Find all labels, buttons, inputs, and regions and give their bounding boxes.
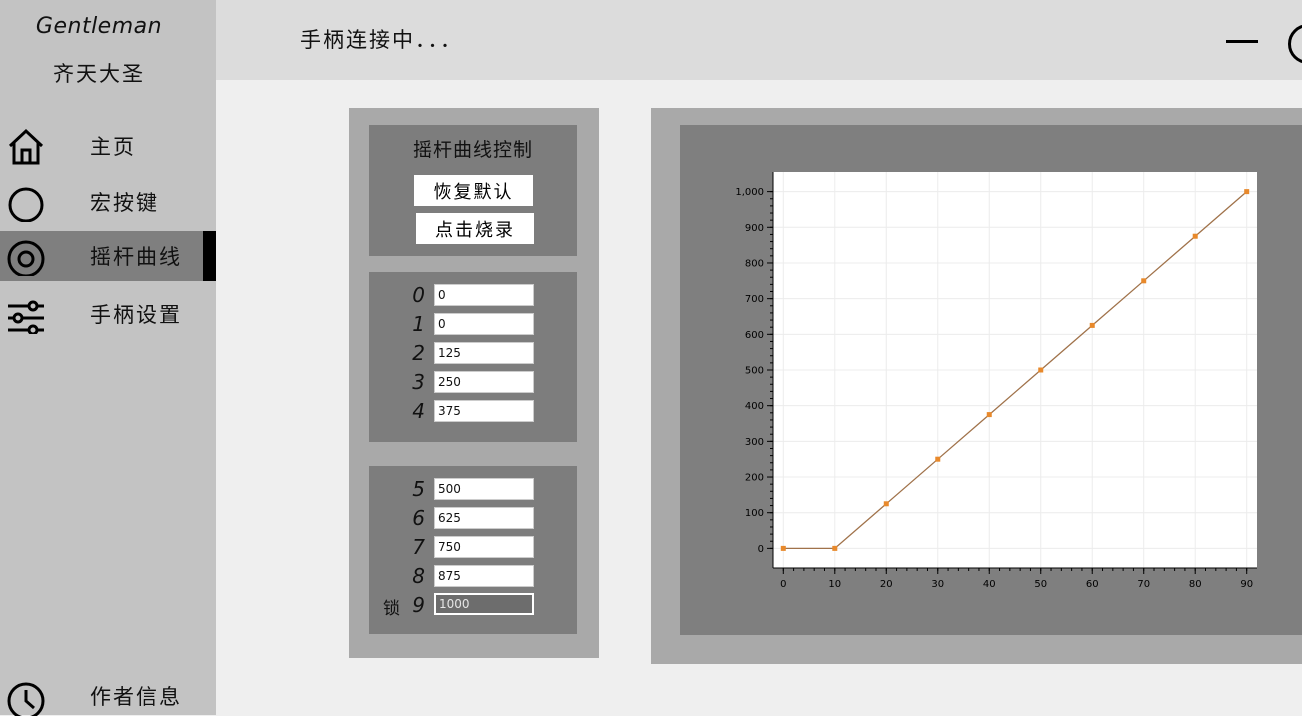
nav-label-settings: 手柄设置 [90, 303, 182, 327]
power-button[interactable] [1288, 24, 1302, 64]
chart-container: 0 100 200 300 400 500 600 700 800 900 1,000 0 10 20 30… [680, 125, 1302, 635]
clock-icon [7, 682, 45, 716]
nav-item-home[interactable]: 主页 [0, 121, 216, 171]
data-point [1038, 367, 1044, 373]
point-0-input[interactable] [434, 284, 534, 306]
point-4-input[interactable] [434, 400, 534, 422]
x-tick-label: 0 [780, 579, 786, 590]
data-point [1192, 233, 1198, 239]
y-tick-label: 0 [758, 544, 764, 555]
data-point [1141, 278, 1147, 284]
connection-status: 手柄连接中．．． [300, 28, 463, 52]
point-7-input[interactable] [434, 536, 534, 558]
y-tick-label: 400 [745, 401, 764, 412]
target-icon [7, 240, 45, 276]
point-label: 6 [412, 506, 425, 530]
data-point [1244, 189, 1250, 195]
y-tick-label: 200 [745, 473, 764, 484]
point-label: 5 [412, 477, 425, 501]
brand-subtitle: 齐天大圣 [53, 62, 145, 86]
data-point [832, 545, 838, 551]
data-point [780, 545, 786, 551]
curve-chart: 0 100 200 300 400 500 600 700 800 900 1,000 0 10 20 30… [735, 172, 1257, 590]
home-icon [8, 128, 44, 165]
point-label: 3 [412, 370, 425, 394]
sidebar: Gentleman 齐天大圣 主页 宏按键 摇杆曲线 手柄设置 作者信息 [0, 0, 216, 716]
y-tick-label: 1,000 [735, 187, 764, 198]
x-tick-label: 50 [1034, 579, 1047, 590]
y-tick-label: 600 [745, 330, 764, 341]
point-6-input[interactable] [434, 507, 534, 529]
nav-item-settings[interactable]: 手柄设置 [0, 289, 216, 339]
point-label: 2 [412, 341, 425, 365]
header: 手柄连接中．．． [216, 0, 1302, 80]
minimize-button[interactable] [1226, 40, 1258, 43]
x-tick-label: 60 [1086, 579, 1099, 590]
point-label: 0 [412, 283, 425, 307]
circle-icon [8, 187, 44, 222]
y-tick-label: 700 [745, 294, 764, 305]
chart-panel: 0 100 200 300 400 500 600 700 800 900 1,000 0 10 20 30… [651, 108, 1302, 664]
nav-label-curve: 摇杆曲线 [90, 245, 182, 269]
y-tick-label: 300 [745, 437, 764, 448]
nav-item-author[interactable]: 作者信息 [0, 671, 216, 716]
brand-title: Gentleman [35, 14, 163, 39]
point-label: 4 [412, 399, 425, 423]
point-label: 7 [412, 535, 425, 559]
nav-item-macro[interactable]: 宏按键 [0, 177, 216, 227]
data-point [986, 412, 992, 418]
point-3-input[interactable] [434, 371, 534, 393]
point-5-input[interactable] [434, 478, 534, 500]
x-tick-label: 20 [880, 579, 893, 590]
x-tick-label: 90 [1240, 579, 1253, 590]
point-label: 9 [412, 593, 425, 617]
curve-points-box-1: 0 1 2 3 4 [369, 272, 577, 442]
point-label: 8 [412, 564, 425, 588]
curve-actions-box: 摇杆曲线控制 恢复默认 点击烧录 [369, 125, 577, 256]
data-point [1089, 322, 1095, 328]
data-point [935, 456, 941, 462]
curve-points-box-2: 5 6 7 8 锁 9 [369, 466, 577, 634]
point-label: 1 [412, 312, 425, 336]
point-9-input-locked [434, 593, 534, 615]
x-tick-label: 70 [1137, 579, 1150, 590]
point-1-input[interactable] [434, 313, 534, 335]
point-2-input[interactable] [434, 342, 534, 364]
nav-label-author: 作者信息 [90, 685, 182, 709]
x-tick-label: 30 [931, 579, 944, 590]
y-tick-label: 800 [745, 258, 764, 269]
y-tick-label: 900 [745, 223, 764, 234]
reset-default-button[interactable]: 恢复默认 [414, 175, 533, 206]
nav-item-curve[interactable]: 摇杆曲线 [0, 231, 216, 281]
burn-button[interactable]: 点击烧录 [416, 213, 534, 244]
nav-label-home: 主页 [90, 135, 136, 159]
active-indicator [203, 231, 216, 281]
curve-control-panel: 摇杆曲线控制 恢复默认 点击烧录 0 1 2 3 4 5 6 7 8 锁 9 [349, 108, 599, 658]
y-tick-label: 500 [745, 366, 764, 377]
y-tick-label: 100 [745, 508, 764, 519]
x-tick-label: 10 [828, 579, 841, 590]
x-tick-label: 40 [983, 579, 996, 590]
nav-label-macro: 宏按键 [90, 191, 159, 215]
x-tick-label: 80 [1189, 579, 1202, 590]
point-8-input[interactable] [434, 565, 534, 587]
curve-control-title: 摇杆曲线控制 [412, 139, 533, 161]
data-point [883, 501, 889, 507]
sliders-icon [8, 300, 44, 334]
